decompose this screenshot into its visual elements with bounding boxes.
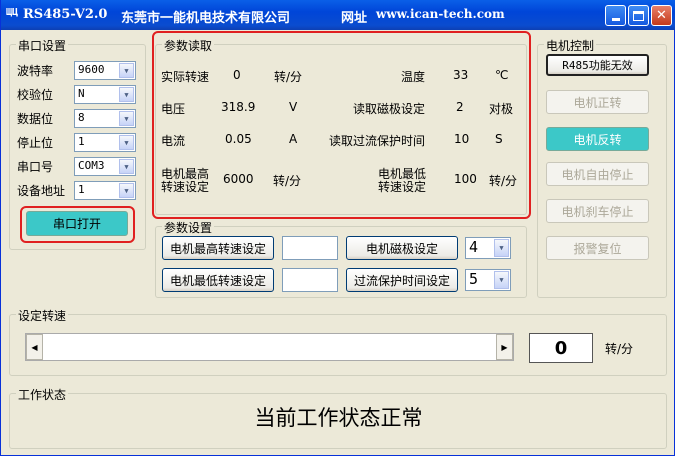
scroll-left-icon[interactable]: ◀ bbox=[26, 334, 43, 360]
chevron-down-icon[interactable]: ▼ bbox=[119, 87, 134, 102]
current-unit: A bbox=[289, 132, 298, 146]
parity-label: 校验位 bbox=[17, 88, 54, 102]
scroll-right-icon[interactable]: ▶ bbox=[496, 334, 513, 360]
min-speed-set-button[interactable]: 电机最低转速设定 bbox=[162, 268, 274, 292]
slider-thumb[interactable] bbox=[43, 334, 53, 360]
title-prefix: RS485-V2.0 bbox=[23, 7, 108, 22]
stopbits-value: 1 bbox=[78, 135, 85, 148]
close-button[interactable]: ✕ bbox=[651, 5, 672, 26]
voltage-label: 电压 bbox=[161, 102, 186, 116]
chevron-down-icon[interactable]: ▼ bbox=[119, 183, 134, 198]
actual-speed-label: 实际转速 bbox=[161, 70, 210, 84]
app-icon: ЩЦ bbox=[6, 7, 19, 18]
actual-speed-unit: 转/分 bbox=[274, 70, 303, 84]
port-select[interactable]: COM3 ▼ bbox=[74, 157, 136, 176]
open-port-button[interactable]: 串口打开 bbox=[26, 211, 128, 236]
databits-label: 数据位 bbox=[17, 112, 54, 126]
databits-value: 8 bbox=[78, 111, 85, 124]
title-company: 东莞市一能机电技术有限公司 bbox=[121, 11, 291, 26]
poles-read-label: 读取磁极设定 bbox=[353, 102, 426, 116]
speed-unit: 转/分 bbox=[605, 342, 634, 356]
rs485-toggle-button[interactable]: R485功能无效 bbox=[546, 54, 649, 76]
databits-select[interactable]: 8 ▼ bbox=[74, 109, 136, 128]
poles-set-button[interactable]: 电机磁极设定 bbox=[346, 236, 458, 260]
baud-label: 波特率 bbox=[17, 64, 54, 78]
poles-select-value: 4 bbox=[469, 238, 479, 256]
brake-stop-button[interactable]: 电机刹车停止 bbox=[546, 199, 649, 223]
speed-value-box: 0 bbox=[529, 333, 593, 363]
status-text: 当前工作状态正常 bbox=[254, 406, 423, 430]
ocp-select-value: 5 bbox=[469, 270, 479, 288]
address-label: 设备地址 bbox=[17, 184, 66, 198]
current-label: 电流 bbox=[161, 134, 186, 148]
chevron-down-icon[interactable]: ▼ bbox=[119, 111, 134, 126]
poles-read-value: 2 bbox=[456, 100, 464, 114]
port-value: COM3 bbox=[78, 159, 105, 172]
stopbits-label: 停止位 bbox=[17, 136, 54, 150]
chevron-down-icon[interactable]: ▼ bbox=[119, 135, 134, 150]
free-stop-button[interactable]: 电机自由停止 bbox=[546, 162, 649, 186]
ocp-read-label: 读取过流保护时间 bbox=[329, 134, 426, 148]
ocp-read-value: 10 bbox=[454, 132, 470, 146]
parity-value: N bbox=[78, 87, 85, 100]
parity-select[interactable]: N ▼ bbox=[74, 85, 136, 104]
min-speed-read-value: 100 bbox=[454, 172, 477, 186]
ocp-select[interactable]: 5 ▼ bbox=[465, 269, 511, 291]
set-speed-legend: 设定转速 bbox=[16, 307, 69, 324]
port-label: 串口号 bbox=[17, 160, 54, 174]
address-value: 1 bbox=[78, 183, 85, 196]
max-speed-input[interactable] bbox=[282, 236, 338, 260]
chevron-down-icon[interactable]: ▼ bbox=[494, 239, 509, 257]
max-speed-set-button[interactable]: 电机最高转速设定 bbox=[162, 236, 274, 260]
baud-value: 9600 bbox=[78, 63, 105, 76]
reverse-button[interactable]: 电机反转 bbox=[546, 127, 649, 151]
serial-settings-legend: 串口设置 bbox=[16, 37, 69, 54]
minimize-button[interactable] bbox=[605, 5, 626, 26]
max-speed-read-label-2: 转速设定 bbox=[161, 180, 210, 194]
title-bar[interactable]: ЩЦ RS485-V2.0 东莞市一能机电技术有限公司 网址 www.ican-… bbox=[1, 0, 675, 30]
current-value: 0.05 bbox=[225, 132, 252, 146]
max-speed-read-unit: 转/分 bbox=[273, 174, 302, 188]
address-select[interactable]: 1 ▼ bbox=[74, 181, 136, 200]
poles-read-unit: 对极 bbox=[489, 102, 514, 116]
main-window: ЩЦ RS485-V2.0 东莞市一能机电技术有限公司 网址 www.ican-… bbox=[0, 0, 675, 456]
temp-label: 温度 bbox=[401, 70, 426, 84]
min-speed-input[interactable] bbox=[282, 268, 338, 292]
actual-speed-value: 0 bbox=[233, 68, 241, 82]
chevron-down-icon[interactable]: ▼ bbox=[119, 63, 134, 78]
param-settings-legend: 参数设置 bbox=[162, 219, 215, 236]
max-speed-read-value: 6000 bbox=[223, 172, 254, 186]
voltage-unit: V bbox=[289, 100, 298, 114]
minimize-icon bbox=[611, 18, 620, 21]
speed-value: 0 bbox=[554, 337, 568, 359]
ocp-set-button[interactable]: 过流保护时间设定 bbox=[346, 268, 458, 292]
speed-slider[interactable]: ◀ ▶ bbox=[25, 333, 514, 361]
close-icon: ✕ bbox=[656, 8, 667, 23]
maximize-icon bbox=[633, 10, 644, 21]
poles-select[interactable]: 4 ▼ bbox=[465, 237, 511, 259]
voltage-value: 318.9 bbox=[221, 100, 256, 114]
chevron-down-icon[interactable]: ▼ bbox=[119, 159, 134, 174]
maximize-button[interactable] bbox=[628, 5, 649, 26]
min-speed-read-label-2: 转速设定 bbox=[378, 180, 427, 194]
title-site-label: 网址 bbox=[341, 11, 368, 26]
ocp-read-unit: S bbox=[495, 132, 503, 146]
baud-select[interactable]: 9600 ▼ bbox=[74, 61, 136, 80]
temp-unit: ℃ bbox=[495, 68, 509, 82]
temp-value: 33 bbox=[453, 68, 469, 82]
title-site-url: www.ican-tech.com bbox=[376, 7, 505, 21]
min-speed-read-unit: 转/分 bbox=[489, 174, 518, 188]
forward-button[interactable]: 电机正转 bbox=[546, 90, 649, 114]
stopbits-select[interactable]: 1 ▼ bbox=[74, 133, 136, 152]
motor-control-legend: 电机控制 bbox=[544, 37, 597, 54]
chevron-down-icon[interactable]: ▼ bbox=[494, 271, 509, 289]
alarm-reset-button[interactable]: 报警复位 bbox=[546, 236, 649, 260]
status-legend: 工作状态 bbox=[16, 386, 69, 403]
